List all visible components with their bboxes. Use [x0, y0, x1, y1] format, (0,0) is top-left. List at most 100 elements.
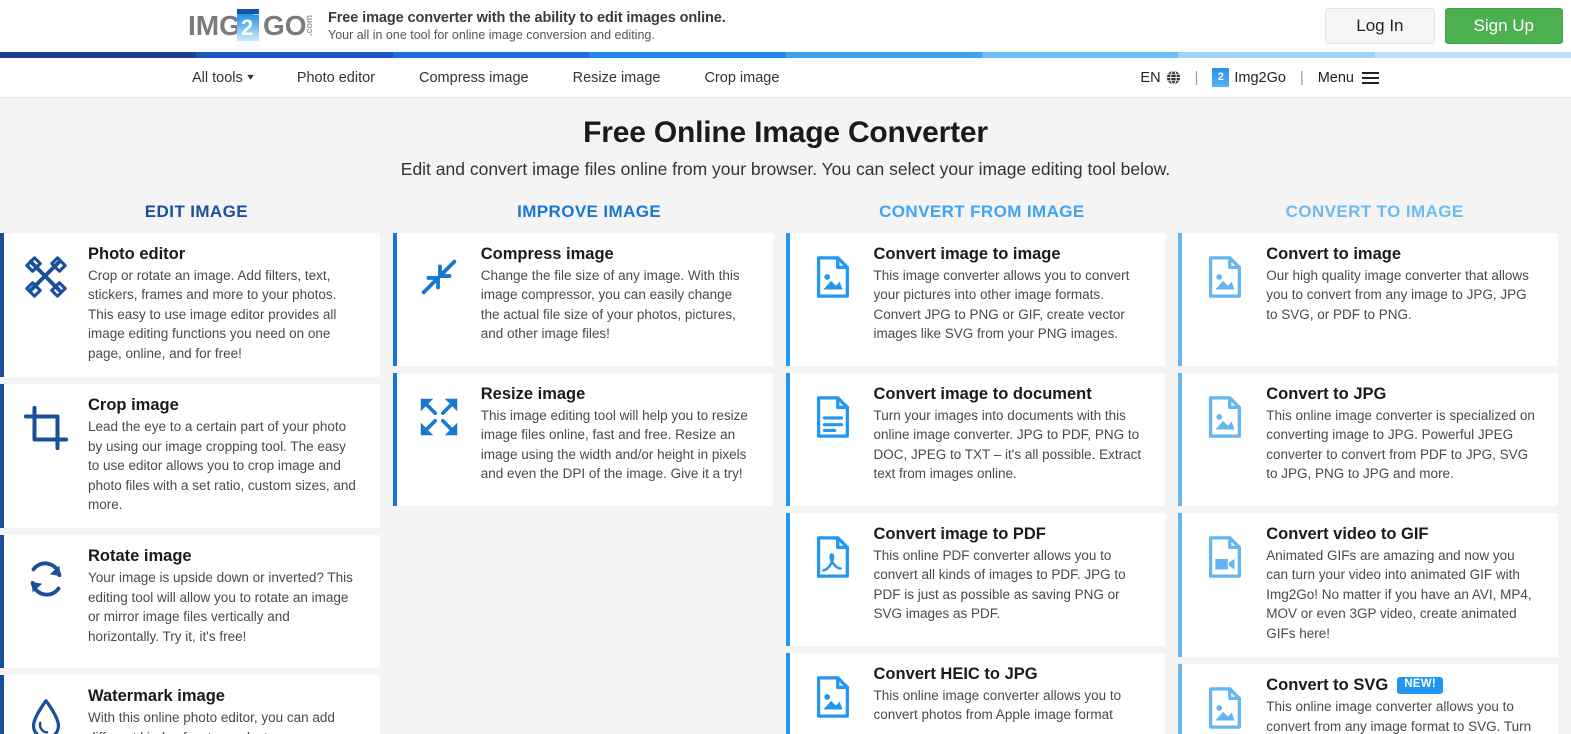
- nav-item-crop-image[interactable]: Crop image: [682, 70, 801, 86]
- svg-text:IMG: IMG: [188, 10, 241, 41]
- tool-card-title-text: Convert HEIC to JPG: [873, 665, 1038, 683]
- tool-card-title: Compress image: [481, 245, 753, 264]
- resize-arrows-icon: [420, 398, 457, 436]
- tool-card-icon-wrap: [397, 245, 481, 300]
- tool-card-title: Resize image: [481, 385, 753, 404]
- tool-card-title-text: Convert image to PDF: [873, 525, 1046, 543]
- tool-card-title: Watermark image: [88, 687, 360, 706]
- account-link[interactable]: 2 Img2Go: [1200, 68, 1298, 87]
- rotate-icon: [30, 561, 62, 597]
- tool-card[interactable]: Convert HEIC to JPG This online image con…: [785, 653, 1166, 734]
- tool-card-title-text: Photo editor: [88, 245, 186, 263]
- tool-card-icon-wrap: [4, 687, 88, 734]
- watermark-droplet-icon: [31, 699, 61, 734]
- tool-card-icon-wrap: [4, 547, 88, 602]
- tool-card-description: Animated GIFs are amazing and now you ca…: [1266, 548, 1532, 641]
- page-title: Free Online Image Converter: [583, 116, 988, 149]
- nav-item-all-tools[interactable]: All tools ▾: [170, 70, 275, 86]
- tool-card[interactable]: Convert to JPG This online image converte…: [1178, 373, 1558, 506]
- nav-item-label: Resize image: [572, 69, 661, 86]
- tool-card-title: Photo editor: [88, 245, 360, 264]
- tool-card[interactable]: Convert image to PDF This online PDF conv…: [785, 513, 1166, 646]
- tool-card[interactable]: Convert image to image This image convert…: [785, 233, 1166, 366]
- column-heading-3: CONVERT TO IMAGE: [1285, 202, 1464, 221]
- tool-card-body: Rotate image Your image is upside down or…: [88, 547, 366, 646]
- tool-card-description: This online PDF converter allows you to …: [873, 548, 1126, 622]
- main-navigation: All tools ▾ Photo editor Compress image Resi…: [0, 58, 1571, 98]
- language-selector[interactable]: EN: [1128, 70, 1192, 86]
- tool-card-body: Convert image to image This image convert…: [874, 245, 1152, 344]
- nav-item-photo-editor[interactable]: Photo editor: [275, 70, 397, 86]
- tool-columns: Photo editor Crop or rotate an image. Add…: [0, 233, 1571, 734]
- file-image-icon: [816, 256, 849, 298]
- menu-button[interactable]: Menu: [1306, 70, 1391, 86]
- tool-card-icon-wrap: [1182, 245, 1266, 300]
- tool-card[interactable]: Photo editor Crop or rotate an image. Add…: [0, 233, 380, 378]
- nav-item-compress-image[interactable]: Compress image: [397, 70, 551, 86]
- tool-card-icon-wrap: [1182, 525, 1266, 580]
- tool-column-2: Convert image to image This image convert…: [785, 233, 1179, 734]
- logo-graphic: IMG 2 GO .com: [188, 9, 314, 41]
- nav-separator-1: |: [1194, 69, 1199, 86]
- tool-card-title-text: Convert to SVG: [1266, 676, 1389, 695]
- tool-column-3: Convert to image Our high quality image c…: [1178, 233, 1571, 734]
- menu-label: Menu: [1317, 69, 1354, 86]
- tool-card-icon-wrap: [4, 396, 88, 451]
- tool-card-title: Convert image to document: [874, 385, 1146, 404]
- column-heading-1: IMPROVE IMAGE: [517, 202, 662, 221]
- tool-card-icon-wrap: [790, 245, 874, 300]
- photo-editor-icon: [25, 256, 67, 298]
- tool-card-title-text: Convert image to image: [873, 245, 1061, 263]
- tool-card[interactable]: Watermark image With this online photo ed…: [0, 675, 380, 734]
- tool-card-title-text: Convert to JPG: [1266, 385, 1387, 403]
- tool-card-icon-wrap: [4, 245, 88, 300]
- tool-card-description: This online image converter is specializ…: [1266, 408, 1535, 482]
- nav-separator-2: |: [1299, 69, 1304, 86]
- tool-card-body: Convert image to PDF This online PDF conv…: [874, 525, 1152, 624]
- tool-card[interactable]: Compress image Change the file size of an…: [392, 233, 773, 366]
- tool-card-title: Convert HEIC to JPG: [874, 665, 1146, 684]
- tool-card-body: Resize image This image editing tool will…: [481, 385, 759, 484]
- language-label: EN: [1140, 69, 1161, 86]
- tool-card-description: This image converter allows you to conve…: [873, 268, 1130, 342]
- tool-card-icon-wrap: [1182, 385, 1266, 440]
- tool-card[interactable]: Crop image Lead the eye to a certain part…: [0, 384, 380, 529]
- tool-card-icon-wrap: [397, 385, 481, 440]
- tool-card-title-text: Watermark image: [88, 687, 225, 706]
- nav-links: All tools ▾ Photo editor Compress image Resi…: [170, 70, 801, 86]
- nav-item-resize-image[interactable]: Resize image: [551, 70, 683, 86]
- tool-card[interactable]: Convert image to document Turn your image…: [785, 373, 1166, 506]
- tool-card-icon-wrap: [790, 665, 874, 720]
- header-tagline: Free image converter with the ability to…: [328, 8, 726, 44]
- tool-card-body: Compress image Change the file size of an…: [481, 245, 759, 344]
- tagline-primary: Free image converter with the ability to…: [328, 10, 726, 27]
- chevron-down-icon: ▾: [247, 72, 254, 83]
- tool-card-title-text: Compress image: [480, 245, 614, 263]
- svg-text:2: 2: [241, 15, 253, 40]
- file-image-icon: [1209, 256, 1242, 298]
- tool-card-title: Convert to JPG: [1266, 385, 1538, 404]
- file-image-icon: [1209, 687, 1242, 729]
- tool-card[interactable]: Rotate image Your image is upside down or…: [0, 535, 380, 669]
- tool-card[interactable]: Convert to image Our high quality image c…: [1178, 233, 1558, 366]
- tool-card[interactable]: Convert video to GIF Animated GIFs are am…: [1178, 513, 1558, 658]
- new-badge: NEW!: [1397, 677, 1444, 694]
- tool-card-title: Convert image to image: [874, 245, 1146, 264]
- tool-card-title-text: Crop image: [88, 396, 179, 415]
- sign-up-button[interactable]: Sign Up: [1444, 8, 1563, 44]
- file-pdf-icon: [816, 536, 849, 578]
- account-label: Img2Go: [1234, 69, 1286, 86]
- tool-card[interactable]: Resize image This image editing tool will…: [392, 373, 773, 506]
- crop-icon: [23, 406, 69, 451]
- tool-card-title-text: Resize image: [480, 385, 586, 403]
- log-in-button[interactable]: Log In: [1325, 8, 1435, 44]
- hamburger-icon: [1362, 71, 1379, 84]
- img2go-logo[interactable]: IMG 2 GO .com Free image converter with …: [188, 6, 726, 46]
- tool-card-description: Lead the eye to a certain part of your p…: [88, 419, 356, 512]
- tool-card[interactable]: Convert to SVG NEW! This online image conv…: [1178, 664, 1558, 734]
- file-document-icon: [816, 396, 849, 438]
- tool-card-body: Convert image to document Turn your image…: [874, 385, 1152, 484]
- column-heading-0: EDIT IMAGE: [144, 202, 248, 221]
- tool-card-title-text: Rotate image: [88, 547, 192, 566]
- svg-text:GO: GO: [263, 10, 307, 41]
